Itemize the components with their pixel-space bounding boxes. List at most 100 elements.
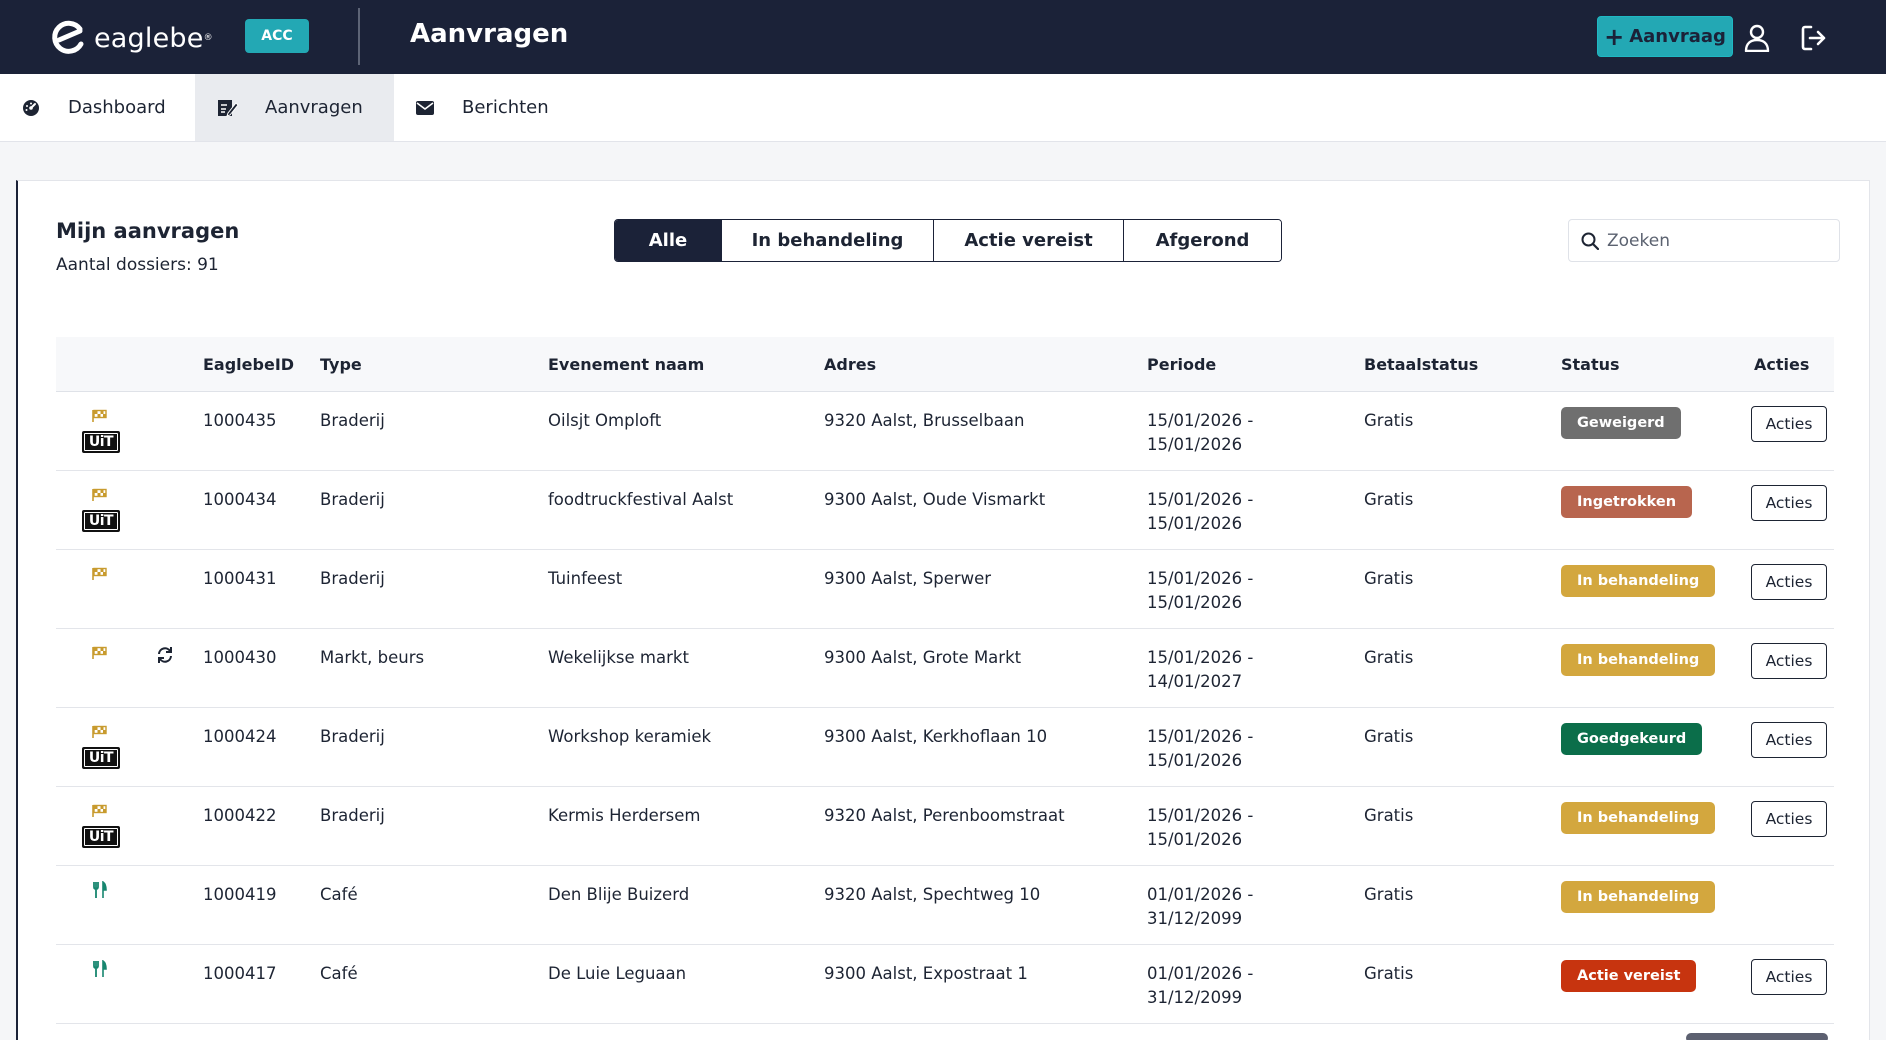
- period-start: 01/01/2026 -: [1147, 964, 1254, 983]
- eaglebe-logo-icon: [52, 20, 84, 54]
- actions-button[interactable]: Acties: [1751, 959, 1827, 995]
- row-icons: [56, 565, 206, 615]
- eaglebe-id: 1000424: [203, 727, 277, 746]
- search-input[interactable]: [1607, 230, 1827, 251]
- table-row[interactable]: UiT 1000435 Braderij Oilsjt Omploft 9320 Aal…: [56, 392, 1834, 471]
- uit-icon: UiT: [82, 431, 120, 453]
- flag-icon: [92, 646, 107, 659]
- table-row[interactable]: UiT 1000434 Braderij foodtruckfestival Aals…: [56, 471, 1834, 550]
- status-cell: Actie vereist: [1561, 960, 1697, 992]
- event-type: Braderij: [320, 490, 385, 509]
- nav-label-aanvragen: Aanvragen: [265, 97, 363, 118]
- envelope-icon: [414, 97, 436, 119]
- period-end: 14/01/2027: [1147, 672, 1243, 691]
- status-badge: Goedgekeurd: [1561, 723, 1703, 755]
- status-cell: In behandeling: [1561, 881, 1716, 913]
- filter-completed-button[interactable]: Afgerond: [1123, 220, 1281, 261]
- search-icon: [1581, 232, 1599, 250]
- event-period: 15/01/2026 - 14/01/2027: [1147, 646, 1253, 694]
- payment-status: Gratis: [1364, 727, 1414, 746]
- table-row[interactable]: UiT 1000422 Braderij Kermis Herdersem 9320 A…: [56, 787, 1834, 866]
- gauge-icon: [20, 97, 42, 119]
- period-end: 15/01/2026: [1147, 751, 1243, 770]
- event-name: Kermis Herdersem: [548, 806, 701, 825]
- actions-button[interactable]: Acties: [1751, 406, 1827, 442]
- period-end: 31/12/2099: [1147, 988, 1243, 1007]
- status-cell: In behandeling: [1561, 565, 1716, 597]
- event-name: foodtruckfestival Aalst: [548, 490, 734, 509]
- event-address: 9300 Aalst, Kerkhoflaan 10: [824, 727, 1048, 746]
- nav-item-dashboard[interactable]: Dashboard: [20, 74, 195, 141]
- brand-logo[interactable]: eaglebe ®: [50, 18, 213, 58]
- event-address: 9320 Aalst, Brusselbaan: [824, 411, 1025, 430]
- event-address: 9320 Aalst, Perenboomstraat: [824, 806, 1065, 825]
- event-address: 9300 Aalst, Sperwer: [824, 569, 992, 588]
- header-divider: [358, 8, 360, 65]
- actions-button[interactable]: Acties: [1751, 801, 1827, 837]
- column-header-payment-status: Betaalstatus: [1364, 355, 1479, 374]
- period-start: 15/01/2026 -: [1147, 411, 1254, 430]
- event-type: Braderij: [320, 806, 385, 825]
- event-address: 9300 Aalst, Oude Vismarkt: [824, 490, 1046, 509]
- table-row[interactable]: 1000430 Markt, beurs Wekelijkse markt 9300 …: [56, 629, 1834, 708]
- event-name: Workshop keramiek: [548, 727, 712, 746]
- actions-cell: Acties: [1751, 801, 1827, 837]
- filter-all-button[interactable]: Alle: [615, 220, 721, 261]
- flag-icon: [92, 804, 107, 817]
- event-type: Markt, beurs: [320, 648, 425, 667]
- table-row[interactable]: 1000417 Café De Luie Leguaan 9300 Aalst, Ex…: [56, 945, 1834, 1024]
- status-badge: In behandeling: [1561, 644, 1716, 676]
- status-cell: Ingetrokken: [1561, 486, 1693, 518]
- nav-item-aanvragen[interactable]: Aanvragen: [195, 74, 394, 141]
- logout-icon[interactable]: [1800, 24, 1828, 52]
- fork-knife-icon: [93, 960, 107, 977]
- status-cell: In behandeling: [1561, 644, 1716, 676]
- status-badge: In behandeling: [1561, 565, 1716, 597]
- table-row[interactable]: UiT 1000424 Braderij Workshop keramiek 9300 …: [56, 708, 1834, 787]
- period-end: 15/01/2026: [1147, 514, 1243, 533]
- period-end: 15/01/2026: [1147, 593, 1243, 612]
- search-box[interactable]: [1568, 219, 1840, 262]
- uit-icon: UiT: [82, 747, 120, 769]
- actions-cell: Acties: [1751, 564, 1827, 600]
- status-cell: Geweigerd: [1561, 407, 1681, 439]
- row-icons: [56, 881, 206, 931]
- event-type: Braderij: [320, 727, 385, 746]
- filter-in-progress-button[interactable]: In behandeling: [721, 220, 933, 261]
- actions-button[interactable]: Acties: [1751, 564, 1827, 600]
- period-start: 01/01/2026 -: [1147, 885, 1254, 904]
- actions-button[interactable]: Acties: [1751, 722, 1827, 758]
- edit-form-icon: [217, 97, 239, 119]
- eaglebe-id: 1000431: [203, 569, 277, 588]
- user-profile-icon[interactable]: [1744, 24, 1770, 52]
- actions-cell: Acties: [1751, 485, 1827, 521]
- environment-badge: ACC: [245, 19, 309, 53]
- column-header-period: Periode: [1147, 355, 1217, 374]
- status-badge: Actie vereist: [1561, 960, 1697, 992]
- actions-cell: Acties: [1751, 959, 1827, 995]
- new-request-button[interactable]: + Aanvraag: [1597, 16, 1733, 57]
- status-badge: In behandeling: [1561, 881, 1716, 913]
- period-end: 31/12/2099: [1147, 909, 1243, 928]
- eaglebe-id: 1000419: [203, 885, 277, 904]
- row-icons: UiT: [56, 407, 206, 457]
- event-address: 9300 Aalst, Grote Markt: [824, 648, 1022, 667]
- nav-item-berichten[interactable]: Berichten: [414, 74, 594, 141]
- payment-status: Gratis: [1364, 490, 1414, 509]
- actions-button[interactable]: Acties: [1751, 643, 1827, 679]
- payment-status: Gratis: [1364, 885, 1414, 904]
- table-row[interactable]: 1000419 Café Den Blije Buizerd 9320 Aalst, …: [56, 866, 1834, 945]
- event-name: Tuinfeest: [548, 569, 623, 588]
- filter-action-required-button[interactable]: Actie vereist: [933, 220, 1123, 261]
- horizontal-scrollbar[interactable]: [1686, 1033, 1828, 1040]
- row-icons: [56, 644, 206, 694]
- status-cell: Goedgekeurd: [1561, 723, 1703, 755]
- eaglebe-id: 1000422: [203, 806, 277, 825]
- event-period: 15/01/2026 - 15/01/2026: [1147, 804, 1253, 852]
- event-type: Café: [320, 885, 358, 904]
- table-row[interactable]: 1000431 Braderij Tuinfeest 9300 Aalst, Sper…: [56, 550, 1834, 629]
- row-icons: UiT: [56, 802, 206, 852]
- brand-reg-mark: ®: [203, 33, 213, 43]
- status-filter-group: Alle In behandeling Actie vereist Afgero…: [614, 219, 1282, 262]
- actions-button[interactable]: Acties: [1751, 485, 1827, 521]
